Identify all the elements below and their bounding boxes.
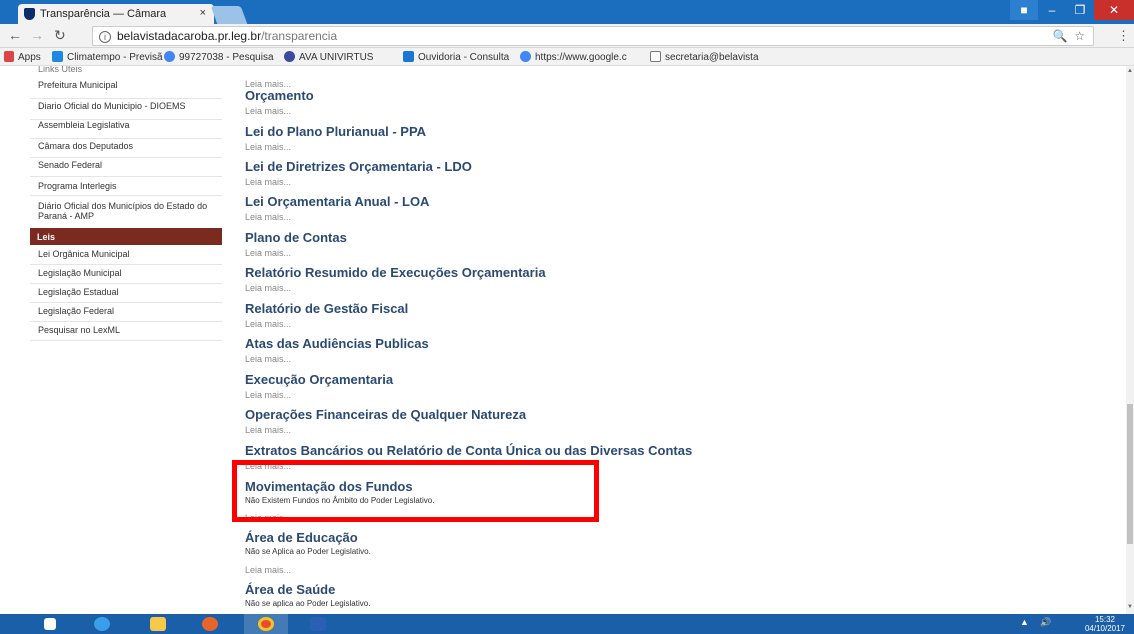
read-more-link[interactable]: Leia mais... <box>245 142 291 152</box>
univirtus-icon <box>284 51 295 62</box>
bookmark-star-icon[interactable]: ☆ <box>1074 29 1085 43</box>
section-title-educacao[interactable]: Área de Educação <box>245 530 358 545</box>
scroll-down-arrow-icon[interactable]: ▼ <box>1127 604 1133 610</box>
profile-icon[interactable]: ■ <box>1010 0 1038 20</box>
highlight-annotation-box <box>232 460 599 522</box>
tab-close-icon[interactable]: × <box>200 7 206 19</box>
read-more-link[interactable]: Leia mais... <box>245 212 291 222</box>
sidebar-link[interactable]: Pesquisar no LexML <box>30 322 222 341</box>
close-window-icon[interactable]: ✕ <box>1094 0 1134 20</box>
read-more-link[interactable]: Leia mais... <box>245 248 291 258</box>
firefox-icon <box>202 617 218 631</box>
zoom-icon[interactable]: 🔍 <box>1053 29 1068 43</box>
section-title-plano-contas[interactable]: Plano de Contas <box>245 230 347 245</box>
section-desc-saude: Não se aplica ao Poder Legislativo. <box>245 599 371 608</box>
url-path: /transparencia <box>261 29 338 43</box>
bookmark-pesquisa[interactable]: 99727038 - Pesquisa <box>164 51 274 63</box>
google-icon <box>520 51 531 62</box>
section-desc-educacao: Não se Aplica ao Poder Legislativo. <box>245 547 371 556</box>
scrollbar-thumb[interactable] <box>1127 404 1133 544</box>
site-info-icon[interactable]: i <box>99 30 111 43</box>
sidebar-link[interactable]: Diario Oficial do Municipio - DIOEMS <box>30 99 222 120</box>
section-title-rgf[interactable]: Relatório de Gestão Fiscal <box>245 301 408 316</box>
clock-time: 15:32 <box>1094 615 1116 624</box>
reload-icon[interactable]: ↻ <box>54 27 66 44</box>
section-title-ppa[interactable]: Lei do Plano Plurianual - PPA <box>245 124 426 139</box>
taskbar-firefox[interactable] <box>188 614 232 634</box>
section-title-ldo[interactable]: Lei de Diretrizes Orçamentaria - LDO <box>245 159 472 174</box>
section-title-extratos[interactable]: Extratos Bancários ou Relatório de Conta… <box>245 443 692 458</box>
sidebar-link[interactable]: Diário Oficial dos Municípios do Estado … <box>30 196 210 226</box>
bookmark-google[interactable]: https://www.google.c <box>520 51 627 63</box>
tray-show-hidden-icon[interactable]: ▲ <box>1020 617 1029 627</box>
sidebar-link[interactable]: Legislação Federal <box>30 303 222 322</box>
browser-tab[interactable]: Transparência — Câmara × <box>18 4 214 24</box>
back-arrow-icon[interactable]: ← <box>8 27 22 43</box>
ouvidoria-icon <box>403 51 414 62</box>
taskbar-word[interactable] <box>296 614 340 634</box>
bookmark-email[interactable]: secretaria@belavista <box>650 51 759 63</box>
site-favicon-icon <box>24 8 35 20</box>
word-icon <box>310 617 326 631</box>
tab-title: Transparência — Câmara <box>40 8 167 20</box>
sidebar-link[interactable]: Assembleia Legislativa <box>30 120 222 139</box>
restore-icon[interactable]: ❐ <box>1066 0 1094 20</box>
taskbar-file-explorer[interactable] <box>136 614 180 634</box>
climatempo-icon <box>52 51 63 62</box>
read-more-link[interactable]: Leia mais... <box>245 354 291 364</box>
system-clock[interactable]: 15:32 04/10/2017 <box>1080 615 1130 633</box>
volume-icon[interactable]: 🔊 <box>1040 617 1051 628</box>
forward-arrow-icon[interactable]: → <box>30 27 44 43</box>
read-more-link[interactable]: Leia mais... <box>245 390 291 400</box>
bookmark-climatempo[interactable]: Climatempo - Previsã <box>52 51 163 63</box>
bookmarks-bar: Apps Climatempo - Previsã 99727038 - Pes… <box>0 48 1134 66</box>
read-more-link[interactable]: Leia mais... <box>245 283 291 293</box>
internet-explorer-icon <box>94 617 110 631</box>
read-more-link[interactable]: Leia mais... <box>245 565 291 575</box>
apps-grid-icon <box>4 51 14 62</box>
read-more-link[interactable]: Leia mais... <box>245 319 291 329</box>
bookmark-univirtus[interactable]: AVA UNIVIRTUS <box>284 51 373 63</box>
minimize-icon[interactable]: – <box>1038 0 1066 20</box>
section-title-orcamento[interactable]: Orçamento <box>245 88 314 103</box>
sidebar-link[interactable]: Lei Orgânica Municipal <box>30 246 222 265</box>
browser-toolbar: ← → ↻ i belavistadacaroba.pr.leg.br/trans… <box>0 24 1134 48</box>
clock-date: 04/10/2017 <box>1084 624 1126 633</box>
read-more-link[interactable]: Leia mais... <box>245 106 291 116</box>
address-bar[interactable]: i belavistadacaroba.pr.leg.br/transparenc… <box>92 26 1094 46</box>
read-more-link[interactable]: Leia mais... <box>245 425 291 435</box>
browser-title-bar: Transparência — Câmara × ■ – ❐ ✕ <box>0 0 1134 24</box>
sidebar-link[interactable]: Legislação Estadual <box>30 284 222 303</box>
folder-icon <box>150 617 166 631</box>
scroll-up-arrow-icon[interactable]: ▲ <box>1127 68 1133 74</box>
sidebar-link[interactable]: Legislação Municipal <box>30 265 222 284</box>
sidebar-link[interactable]: Câmara dos Deputados <box>30 139 222 158</box>
section-title-rreo[interactable]: Relatório Resumido de Execuções Orçament… <box>245 265 546 280</box>
sidebar-heading-links: Links Úteis <box>38 66 83 74</box>
chrome-menu-icon[interactable]: ⋮ <box>1117 28 1130 44</box>
taskbar-chrome[interactable] <box>244 614 288 634</box>
windows-logo-icon <box>44 618 56 630</box>
windows-taskbar: ▲ 🔊 15:32 04/10/2017 <box>0 614 1134 634</box>
section-title-audiencias[interactable]: Atas das Audiências Publicas <box>245 336 429 351</box>
sidebar-link[interactable]: Prefeitura Municipal <box>30 80 222 99</box>
sidebar-header-leis: Leis <box>30 228 222 245</box>
new-tab-button[interactable] <box>210 6 248 24</box>
taskbar-internet-explorer[interactable] <box>80 614 124 634</box>
section-title-execucao[interactable]: Execução Orçamentaria <box>245 372 393 387</box>
bookmark-ouvidoria[interactable]: Ouvidoria - Consulta <box>403 51 509 63</box>
mail-icon <box>650 51 661 62</box>
section-title-loa[interactable]: Lei Orçamentaria Anual - LOA <box>245 194 429 209</box>
start-button[interactable] <box>28 614 72 634</box>
section-title-operacoes[interactable]: Operações Financeiras de Qualquer Nature… <box>245 407 526 422</box>
url-host: belavistadacaroba.pr.leg.br <box>117 29 262 43</box>
section-title-saude[interactable]: Área de Saúde <box>245 582 335 597</box>
bookmark-apps[interactable]: Apps <box>4 51 41 63</box>
sidebar-link[interactable]: Programa Interlegis <box>30 177 222 196</box>
sidebar-link[interactable]: Senado Federal <box>30 158 222 177</box>
read-more-link[interactable]: Leia mais... <box>245 177 291 187</box>
chrome-icon <box>258 617 274 631</box>
google-icon <box>164 51 175 62</box>
